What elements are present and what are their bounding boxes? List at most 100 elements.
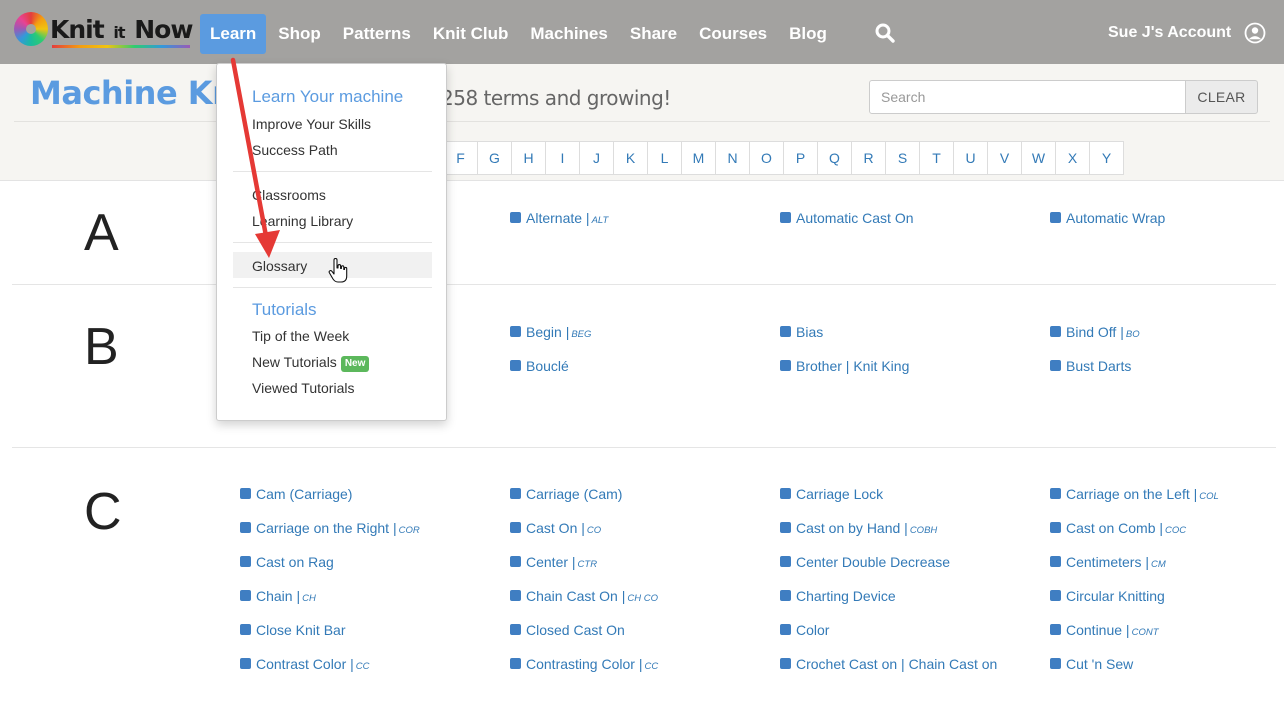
nav-item-patterns[interactable]: Patterns [333, 14, 421, 54]
alphabet-letter-l[interactable]: L [647, 141, 682, 175]
glossary-term-link[interactable]: Cam (Carriage) [240, 485, 352, 503]
glossary-term-link[interactable]: Automatic Wrap [1050, 209, 1165, 227]
alphabet-letter-w[interactable]: W [1021, 141, 1056, 175]
search-icon[interactable] [874, 22, 896, 44]
glossary-term-label: Cut 'n Sew [1066, 656, 1134, 672]
alphabet-letter-f[interactable]: F [443, 141, 478, 175]
alphabet-letter-o[interactable]: O [749, 141, 784, 175]
menu-item-new-tutorials[interactable]: New Tutorials New [252, 353, 370, 372]
alphabet-letter-h[interactable]: H [511, 141, 546, 175]
glossary-term-link[interactable]: Bust Darts [1050, 357, 1131, 375]
glossary-term-link[interactable]: Cast on by Hand | COBH [780, 519, 937, 537]
glossary-term-label: Cast on by Hand | [796, 520, 908, 536]
menu-item-viewed-tutorials[interactable]: Viewed Tutorials [252, 379, 354, 397]
glossary-term-abbreviation: ALT [591, 215, 609, 226]
user-circle-icon[interactable] [1244, 22, 1266, 44]
glossary-term-abbreviation: CC [644, 661, 659, 672]
glossary-term-link[interactable]: Cut 'n Sew [1050, 655, 1133, 673]
glossary-term-label: Carriage Lock [796, 486, 884, 502]
glossary-term-link[interactable]: Contrasting Color | CC [510, 655, 658, 673]
alphabet-letter-n[interactable]: N [715, 141, 750, 175]
glossary-term-link[interactable]: Charting Device [780, 587, 896, 605]
menu-item-tip-of-week[interactable]: Tip of the Week [252, 327, 349, 345]
learn-dropdown-menu: Learn Your machine Improve Your Skills S… [216, 63, 447, 421]
dropdown-heading-tutorials[interactable]: Tutorials [252, 300, 317, 320]
alphabet-letter-v[interactable]: V [987, 141, 1022, 175]
alphabet-letter-k[interactable]: K [613, 141, 648, 175]
glossary-term-label: Centimeters | [1066, 554, 1149, 570]
glossary-term-abbreviation: CH CO [627, 593, 658, 604]
glossary-term-link[interactable]: Cast on Comb | COC [1050, 519, 1186, 537]
glossary-term-link[interactable]: Automatic Cast On [780, 209, 914, 227]
glossary-term-link[interactable]: Crochet Cast on | Chain Cast on [780, 655, 997, 673]
alphabet-letter-g[interactable]: G [477, 141, 512, 175]
glossary-term-link[interactable]: Cast on Rag [240, 553, 334, 571]
alphabet-letter-j[interactable]: J [579, 141, 614, 175]
alphabet-letter-m[interactable]: M [681, 141, 716, 175]
clear-button[interactable]: CLEAR [1185, 80, 1258, 114]
glossary-term-abbreviation: BEG [571, 329, 592, 340]
nav-item-courses[interactable]: Courses [689, 14, 777, 54]
glossary-term-label: Brother | Knit King [796, 358, 910, 374]
alphabet-letter-t[interactable]: T [919, 141, 954, 175]
glossary-term-link[interactable]: Bind Off | BO [1050, 323, 1140, 341]
account-link[interactable]: Sue J's Account [1108, 24, 1231, 42]
dropdown-heading-learn[interactable]: Learn Your machine [252, 87, 403, 107]
glossary-term-link[interactable]: Cast On | CO [510, 519, 601, 537]
glossary-term-link[interactable]: Chain | CH [240, 587, 316, 605]
alphabet-letter-i[interactable]: I [545, 141, 580, 175]
glossary-term-link[interactable]: Continue | CONT [1050, 621, 1159, 639]
section-b: B Begin | BEG Bias Bind Off | BO Bouclé Brothe… [12, 285, 1276, 448]
nav-item-learn[interactable]: Learn [200, 14, 267, 54]
glossary-term-abbreviation: COL [1199, 491, 1219, 502]
new-badge: New [340, 356, 370, 372]
glossary-term-abbreviation: Cm [1151, 559, 1166, 570]
section-letter: B [84, 318, 119, 376]
alphabet-letter-s[interactable]: S [885, 141, 920, 175]
alphabet-letter-p[interactable]: P [783, 141, 818, 175]
glossary-term-link[interactable]: Contrast Color | CC [240, 655, 370, 673]
glossary-term-abbreviation: ctr [577, 559, 598, 570]
menu-divider [233, 287, 432, 288]
nav-item-shop[interactable]: Shop [268, 14, 331, 54]
glossary-search-input[interactable] [869, 80, 1186, 114]
nav-item-blog[interactable]: Blog [779, 14, 837, 54]
site-logo[interactable]: Knit it Now [14, 12, 193, 48]
glossary-term-label: Contrasting Color | [526, 656, 643, 672]
glossary-term-link[interactable]: Carriage on the Right | COR [240, 519, 420, 537]
menu-divider [233, 171, 432, 172]
glossary-term-link[interactable]: Alternate | ALT [510, 209, 608, 227]
glossary-term-link[interactable]: Center | ctr [510, 553, 597, 571]
glossary-term-link[interactable]: Carriage Lock [780, 485, 883, 503]
glossary-term-link[interactable]: Center Double Decrease [780, 553, 950, 571]
alphabet-letter-r[interactable]: R [851, 141, 886, 175]
menu-item-learning-library[interactable]: Learning Library [252, 212, 353, 230]
nav-item-share[interactable]: Share [620, 14, 687, 54]
glossary-term-link[interactable]: Bouclé [510, 357, 569, 375]
glossary-term-link[interactable]: Carriage (Cam) [510, 485, 622, 503]
glossary-term-link[interactable]: Chain Cast On | CH CO [510, 587, 658, 605]
glossary-term-link[interactable]: Close Knit Bar [240, 621, 345, 639]
nav-item-machines[interactable]: Machines [520, 14, 617, 54]
glossary-term-label: Cast On | [526, 520, 585, 536]
section-letter: A [84, 204, 119, 262]
menu-item-success-path[interactable]: Success Path [252, 141, 338, 159]
alphabet-letter-u[interactable]: U [953, 141, 988, 175]
glossary-term-link[interactable]: Circular Knitting [1050, 587, 1165, 605]
alphabet-letter-q[interactable]: Q [817, 141, 852, 175]
glossary-term-link[interactable]: Carriage on the Left | COL [1050, 485, 1219, 503]
menu-item-improve-skills[interactable]: Improve Your Skills [252, 115, 371, 133]
alphabet-letter-x[interactable]: X [1055, 141, 1090, 175]
menu-item-classrooms[interactable]: Classrooms [252, 186, 326, 204]
glossary-term-link[interactable]: Closed Cast On [510, 621, 625, 639]
glossary-term-link[interactable]: Centimeters | Cm [1050, 553, 1166, 571]
menu-item-glossary[interactable]: Glossary [252, 257, 307, 275]
glossary-term-link[interactable]: Brother | Knit King [780, 357, 909, 375]
logo-text: Knit it Now [50, 15, 193, 48]
glossary-term-link[interactable]: Bias [780, 323, 823, 341]
glossary-term-label: Bust Darts [1066, 358, 1132, 374]
glossary-term-link[interactable]: Begin | BEG [510, 323, 591, 341]
glossary-term-link[interactable]: Color [780, 621, 829, 639]
nav-item-knit-club[interactable]: Knit Club [423, 14, 519, 54]
alphabet-letter-y[interactable]: Y [1089, 141, 1124, 175]
